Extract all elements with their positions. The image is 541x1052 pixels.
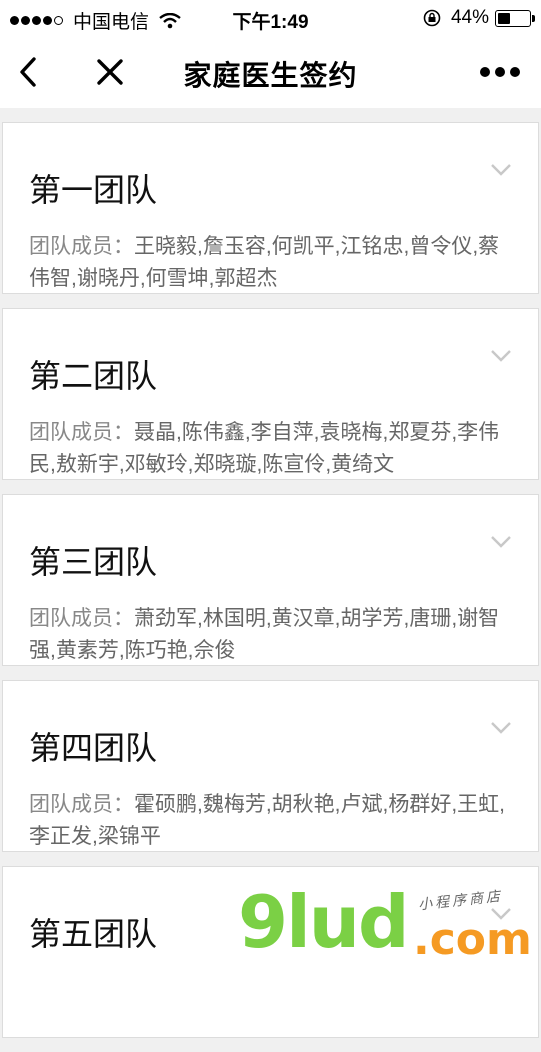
team-name: 第五团队 xyxy=(29,916,158,952)
members-label: 团队成员： xyxy=(29,421,134,444)
team-members: 团队成员：王晓毅,詹玉容,何凯平,江铭忠,曾令仪,蔡伟智,谢晓丹,何雪坤,郭超杰 xyxy=(29,231,508,295)
watermark-logo: 9lud 小程序商店 .com xyxy=(238,880,538,965)
team-card-4[interactable]: 第四团队 团队成员：霍硕鹏,魏梅芳,胡秋艳,卢斌,杨群好,王虹,李正发,梁锦平 xyxy=(2,680,539,852)
team-name: 第一团队 xyxy=(29,172,158,208)
team-card-2[interactable]: 第二团队 团队成员：聂晶,陈伟鑫,李自萍,袁晓梅,郑夏芬,李伟民,敖新宇,邓敏玲… xyxy=(2,308,539,480)
team-members: 团队成员：霍硕鹏,魏梅芳,胡秋艳,卢斌,杨群好,王虹,李正发,梁锦平 xyxy=(29,789,508,853)
chevron-down-icon[interactable] xyxy=(490,535,512,549)
nav-bar: 家庭医生签约 xyxy=(0,36,541,108)
watermark-brand: 9lud xyxy=(238,880,410,964)
watermark-domain: .com xyxy=(413,914,532,965)
chevron-down-icon[interactable] xyxy=(490,721,512,735)
status-right: 44% xyxy=(423,7,535,29)
status-bar: 中国电信 下午1:49 44% xyxy=(0,0,541,36)
page-title: 家庭医生签约 xyxy=(183,60,358,91)
more-options-icon[interactable] xyxy=(479,60,521,84)
members-label: 团队成员： xyxy=(29,607,134,630)
team-name: 第二团队 xyxy=(29,358,158,394)
battery-icon xyxy=(495,9,535,27)
team-members: 团队成员：萧劲军,林国明,黄汉章,胡学芳,唐珊,谢智强,黄素芳,陈巧艳,佘俊 xyxy=(29,603,508,667)
team-card-1[interactable]: 第一团队 团队成员：王晓毅,詹玉容,何凯平,江铭忠,曾令仪,蔡伟智,谢晓丹,何雪… xyxy=(2,122,539,294)
chevron-down-icon[interactable] xyxy=(490,349,512,363)
chevron-down-icon[interactable] xyxy=(490,163,512,177)
members-label: 团队成员： xyxy=(29,793,134,816)
battery-percent: 44% xyxy=(450,7,489,28)
rotation-lock-icon xyxy=(423,9,441,27)
team-name: 第三团队 xyxy=(29,544,158,580)
team-members: 团队成员：聂晶,陈伟鑫,李自萍,袁晓梅,郑夏芬,李伟民,敖新宇,邓敏玲,郑晓璇,… xyxy=(29,417,508,481)
members-label: 团队成员： xyxy=(29,235,134,258)
team-card-3[interactable]: 第三团队 团队成员：萧劲军,林国明,黄汉章,胡学芳,唐珊,谢智强,黄素芳,陈巧艳… xyxy=(2,494,539,666)
watermark-tagline: 小程序商店 xyxy=(417,887,504,913)
team-name: 第四团队 xyxy=(29,730,158,766)
